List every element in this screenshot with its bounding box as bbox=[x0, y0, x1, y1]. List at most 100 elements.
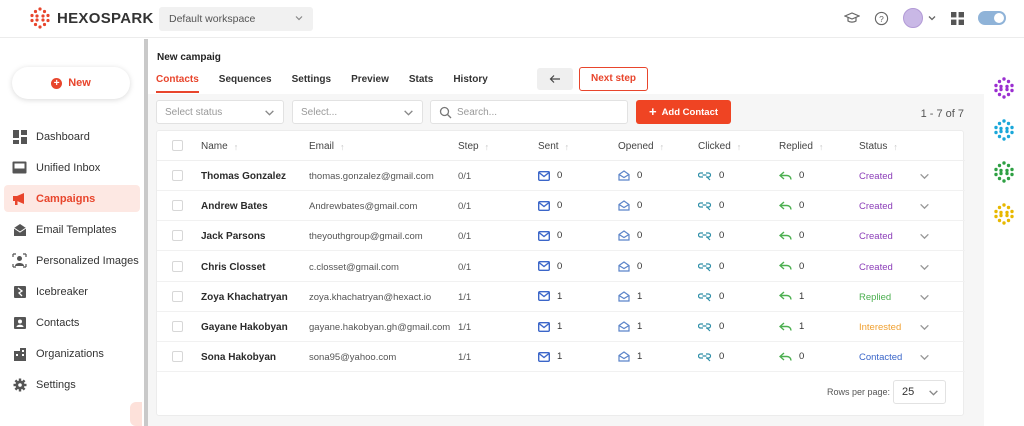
app-name: HEXOSPARK bbox=[57, 9, 154, 27]
status-select-placeholder: Select status bbox=[165, 107, 223, 118]
column-header-clicked[interactable]: Clicked ↑ bbox=[698, 141, 741, 152]
theme-toggle[interactable] bbox=[978, 11, 1006, 25]
reply-arrow-icon bbox=[779, 261, 792, 271]
tab-history[interactable]: History bbox=[453, 74, 487, 93]
chevron-down-icon[interactable] bbox=[919, 293, 930, 302]
table-footer: Rows per page: 25 bbox=[157, 374, 965, 414]
sidebar-item-icebreaker[interactable]: Icebreaker bbox=[4, 278, 140, 305]
sent-mail-icon bbox=[538, 291, 550, 302]
column-label: Opened bbox=[618, 141, 654, 152]
contact-step: 0/1 bbox=[458, 231, 472, 243]
contact-name[interactable]: Gayane Hakobyan bbox=[201, 322, 288, 333]
column-header-email[interactable]: Email ↑ bbox=[309, 141, 345, 152]
table-row[interactable]: Jack Parsons theyouthgroup@gmail.com 0/1 0 0… bbox=[157, 221, 965, 252]
new-button[interactable]: + New bbox=[12, 67, 130, 99]
contact-name[interactable]: Sona Hakobyan bbox=[201, 352, 276, 363]
filter-select[interactable]: Select... bbox=[292, 100, 423, 124]
chevron-down-icon[interactable] bbox=[919, 232, 930, 241]
hexometer-app-icon[interactable] bbox=[993, 161, 1015, 183]
row-checkbox[interactable] bbox=[172, 351, 183, 363]
plus-icon: + bbox=[648, 104, 657, 119]
chevron-down-icon[interactable] bbox=[919, 263, 930, 272]
plus-icon: + bbox=[51, 77, 63, 89]
row-checkbox[interactable] bbox=[172, 170, 183, 181]
chevron-down-icon[interactable] bbox=[919, 353, 930, 362]
table-row[interactable]: Andrew Bates Andrewbates@gmail.com 0/1 0 0 0 0… bbox=[157, 191, 965, 222]
sidebar-item-dashboard[interactable]: Dashboard bbox=[4, 123, 140, 150]
logo[interactable]: HEXOSPARK bbox=[28, 6, 154, 30]
help-icon[interactable]: ? bbox=[874, 11, 889, 26]
sidebar-item-contacts[interactable]: Contacts bbox=[4, 309, 140, 336]
table-row[interactable]: Zoya Khachatryan zoya.khachatryan@hexact.… bbox=[157, 282, 965, 312]
clicked-count: 0 bbox=[698, 351, 724, 362]
apps-grid-icon[interactable] bbox=[951, 11, 964, 25]
chevron-down-icon[interactable] bbox=[919, 172, 930, 181]
sidebar-collapse-handle[interactable] bbox=[130, 402, 142, 426]
table-row[interactable]: Gayane Hakobyan gayane.hakobyan.gh@gmail.… bbox=[157, 312, 965, 342]
clicked-count: 0 bbox=[698, 291, 724, 302]
opened-count: 1 bbox=[618, 321, 642, 332]
tab-preview[interactable]: Preview bbox=[351, 74, 389, 93]
rows-per-page-select[interactable]: 25 bbox=[893, 380, 946, 404]
row-checkbox[interactable] bbox=[172, 200, 183, 212]
sent-mail-icon bbox=[538, 261, 550, 272]
tab-sequences[interactable]: Sequences bbox=[219, 74, 272, 93]
select-all-checkbox[interactable] bbox=[172, 140, 183, 151]
status-select[interactable]: Select status bbox=[156, 100, 284, 124]
opened-count: 0 bbox=[618, 170, 642, 181]
tab-contacts[interactable]: Contacts bbox=[156, 74, 199, 93]
row-checkbox[interactable] bbox=[172, 260, 183, 272]
sidebar-item-unified-inbox[interactable]: Unified Inbox bbox=[4, 154, 140, 181]
sidebar-item-organizations[interactable]: Organizations bbox=[4, 340, 140, 367]
column-header-step[interactable]: Step ↑ bbox=[458, 141, 489, 152]
contact-name[interactable]: Thomas Gonzalez bbox=[201, 171, 286, 182]
column-header-name[interactable]: Name ↑ bbox=[201, 141, 238, 152]
hexofy-app-icon[interactable] bbox=[993, 203, 1015, 225]
contact-name[interactable]: Zoya Khachatryan bbox=[201, 292, 288, 303]
hexowatch-app-icon[interactable] bbox=[993, 119, 1015, 141]
row-checkbox[interactable] bbox=[172, 290, 183, 302]
graduation-cap-icon[interactable] bbox=[844, 10, 860, 26]
row-checkbox[interactable] bbox=[172, 321, 183, 332]
column-header-opened[interactable]: Opened ↑ bbox=[618, 141, 664, 152]
column-header-replied[interactable]: Replied ↑ bbox=[779, 141, 823, 152]
opened-value: 0 bbox=[637, 260, 643, 272]
tab-settings[interactable]: Settings bbox=[292, 74, 331, 93]
clicked-count: 0 bbox=[698, 261, 724, 272]
table-row[interactable]: Sona Hakobyan sona95@yahoo.com 1/1 1 1 0 0 Cont… bbox=[157, 342, 965, 373]
search-placeholder: Search... bbox=[457, 107, 498, 118]
row-checkbox[interactable] bbox=[172, 230, 183, 242]
search-input[interactable]: Search... bbox=[430, 100, 628, 124]
opened-mail-icon bbox=[618, 170, 630, 181]
back-button[interactable] bbox=[537, 68, 573, 90]
sidebar-item-label: Unified Inbox bbox=[36, 161, 101, 174]
table-row[interactable]: Thomas Gonzalez thomas.gonzalez@gmail.com… bbox=[157, 161, 965, 191]
top-bar: HEXOSPARK Default workspace ? bbox=[0, 0, 1024, 38]
column-header-status[interactable]: Status ↑ bbox=[859, 141, 898, 152]
contact-name[interactable]: Andrew Bates bbox=[201, 201, 268, 212]
table-row[interactable]: Chris Closset c.closset@gmail.com 0/1 0 0 0 0 C… bbox=[157, 252, 965, 282]
column-header-sent[interactable]: Sent ↑ bbox=[538, 141, 569, 152]
user-menu[interactable] bbox=[903, 8, 937, 28]
sidebar-item-settings[interactable]: Settings bbox=[4, 371, 140, 398]
clicked-count: 0 bbox=[698, 230, 724, 241]
contact-name[interactable]: Jack Parsons bbox=[201, 231, 266, 242]
campaign-tabs: Contacts Sequences Settings Preview Stat… bbox=[156, 74, 508, 93]
link-click-icon bbox=[698, 261, 712, 272]
next-step-button[interactable]: Next step bbox=[579, 67, 648, 91]
chevron-down-icon[interactable] bbox=[919, 202, 930, 211]
contact-name[interactable]: Chris Closset bbox=[201, 262, 265, 273]
sidebar-item-personalized-images[interactable]: Personalized Images bbox=[4, 247, 140, 274]
chevron-down-icon[interactable] bbox=[919, 323, 930, 332]
hexomatic-app-icon[interactable] bbox=[993, 77, 1015, 99]
sidebar-nav: Dashboard Unified Inbox Campaigns Email … bbox=[4, 123, 140, 402]
sidebar-item-campaigns[interactable]: Campaigns bbox=[4, 185, 140, 212]
add-contact-button[interactable]: + Add Contact bbox=[636, 100, 731, 124]
sent-count: 0 bbox=[538, 200, 562, 211]
contact-email: gayane.hakobyan.gh@gmail.com bbox=[309, 322, 451, 333]
sent-value: 1 bbox=[557, 351, 563, 363]
workspace-select[interactable]: Default workspace bbox=[159, 7, 313, 31]
opened-value: 0 bbox=[637, 170, 643, 181]
tab-stats[interactable]: Stats bbox=[409, 74, 433, 93]
sidebar-item-email-templates[interactable]: Email Templates bbox=[4, 216, 140, 243]
